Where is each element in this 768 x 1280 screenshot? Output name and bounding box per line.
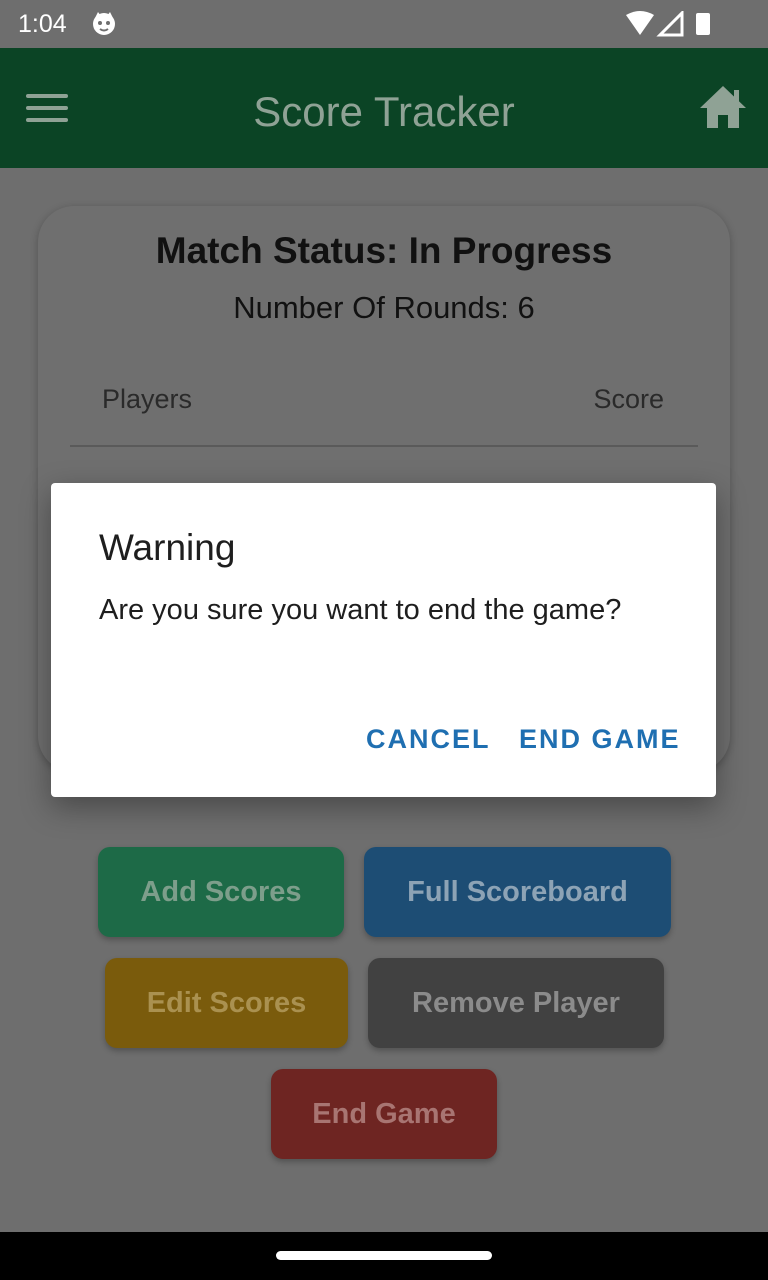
battery-icon	[696, 13, 710, 35]
dialog-cancel-button[interactable]: CANCEL	[366, 724, 491, 755]
rounds-count: Number Of Rounds: 6	[233, 290, 535, 325]
add-scores-button[interactable]: Add Scores	[98, 847, 344, 937]
status-bar: 1:04	[0, 0, 768, 48]
navigation-bar	[0, 1232, 768, 1280]
warning-dialog: Warning Are you sure you want to end the…	[51, 483, 716, 797]
players-header: Players	[102, 384, 193, 414]
home-gesture-handle[interactable]	[276, 1251, 492, 1260]
status-icons	[626, 11, 710, 37]
edit-scores-button[interactable]: Edit Scores	[105, 958, 348, 1048]
end-game-button[interactable]: End Game	[271, 1069, 497, 1159]
dialog-message: Are you sure you want to end the game?	[99, 594, 622, 626]
score-header: Score	[593, 384, 664, 414]
dialog-title: Warning	[99, 527, 236, 568]
wifi-icon	[626, 11, 654, 35]
table-divider	[70, 445, 698, 447]
match-status: Match Status: In Progress	[155, 230, 613, 271]
app-bar: Score Tracker	[0, 48, 768, 168]
remove-player-button[interactable]: Remove Player	[368, 958, 664, 1048]
cat-notification-icon	[93, 12, 115, 35]
app-title: Score Tracker	[253, 88, 515, 135]
signal-icon	[656, 11, 684, 37]
full-scoreboard-button[interactable]: Full Scoreboard	[364, 847, 671, 937]
status-time: 1:04	[18, 10, 67, 38]
dialog-end-game-button[interactable]: END GAME	[519, 724, 681, 755]
home-icon[interactable]	[698, 84, 748, 130]
